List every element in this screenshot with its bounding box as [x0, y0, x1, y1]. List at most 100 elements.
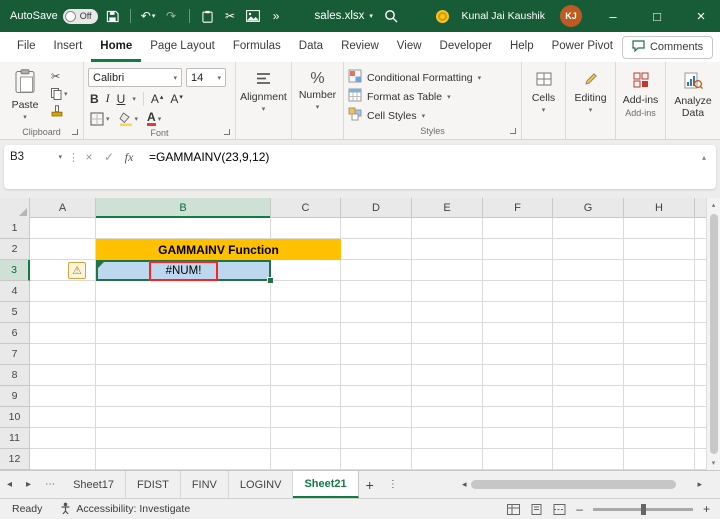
grid-column-f[interactable]	[483, 218, 553, 470]
paste-button[interactable]: Paste ▾	[4, 65, 46, 125]
tab-page-layout[interactable]: Page Layout	[141, 32, 224, 62]
vertical-scroll-thumb[interactable]	[710, 214, 718, 454]
grid-cells[interactable]: GAMMAINV Function #NUM! ⚠	[30, 218, 706, 470]
conditional-formatting-button[interactable]: Conditional Formatting ▾	[348, 69, 517, 86]
grid-column-a[interactable]	[30, 218, 96, 470]
tab-view[interactable]: View	[388, 32, 431, 62]
horizontal-scrollbar[interactable]: ◂ ▸	[458, 471, 720, 498]
alignment-button[interactable]: Alignment ▾	[240, 65, 287, 114]
zoom-slider-thumb[interactable]	[640, 503, 646, 515]
add-ins-button[interactable]: Add-ins	[620, 65, 661, 106]
column-header-e[interactable]: E	[412, 198, 483, 218]
select-all-corner[interactable]	[0, 198, 30, 218]
underline-button[interactable]: U	[117, 92, 126, 106]
font-color-button[interactable]: A ▾	[147, 111, 161, 126]
tab-file[interactable]: File	[8, 32, 45, 62]
font-dialog-launcher-icon[interactable]	[224, 129, 230, 135]
styles-dialog-launcher-icon[interactable]	[510, 128, 516, 134]
font-name-select[interactable]: Calibri ▾	[88, 68, 182, 87]
borders-button[interactable]: ▾	[90, 112, 110, 126]
sheet-nav-left-icon[interactable]: ◂	[0, 471, 19, 498]
comments-button[interactable]: Comments	[621, 35, 714, 59]
column-header-c[interactable]: C	[271, 198, 341, 218]
row-header-9[interactable]: 9	[0, 386, 30, 407]
clipboard-icon[interactable]	[199, 4, 216, 28]
error-options-icon[interactable]: ⚠	[68, 262, 86, 279]
avatar[interactable]: KJ	[560, 5, 582, 27]
grid-column-h[interactable]	[624, 218, 695, 470]
filename[interactable]: sales.xlsx ▾	[315, 10, 373, 22]
tab-review[interactable]: Review	[332, 32, 388, 62]
zoom-slider[interactable]	[592, 503, 693, 515]
cut-icon[interactable]: ✂	[222, 4, 239, 28]
close-button[interactable]: ×	[682, 0, 720, 32]
rewards-icon[interactable]	[435, 9, 449, 23]
cell-b3-selected[interactable]: #NUM!	[96, 260, 274, 284]
save-icon[interactable]	[104, 4, 121, 28]
grid-column-d[interactable]	[341, 218, 412, 470]
page-layout-view-icon[interactable]	[530, 503, 543, 515]
cell-b2-title[interactable]: GAMMAINV Function	[96, 239, 341, 260]
vertical-scrollbar[interactable]: ▴ ▾	[706, 198, 720, 470]
tab-formulas[interactable]: Formulas	[224, 32, 290, 62]
fill-handle[interactable]	[267, 277, 274, 284]
row-header-7[interactable]: 7	[0, 344, 30, 365]
editing-button[interactable]: Editing ▾	[570, 65, 611, 115]
tab-developer[interactable]: Developer	[431, 32, 501, 62]
autosave-toggle[interactable]: AutoSave Off	[10, 8, 98, 24]
scroll-left-icon[interactable]: ◂	[458, 479, 471, 490]
row-header-3[interactable]: 3	[0, 260, 30, 281]
new-sheet-button[interactable]: +	[359, 471, 381, 498]
underline-options-icon[interactable]: ▾	[132, 95, 136, 103]
italic-button[interactable]: I	[106, 91, 110, 106]
autosave-pill[interactable]: Off	[62, 8, 98, 24]
row-header-4[interactable]: 4	[0, 281, 30, 302]
horizontal-scroll-thumb[interactable]	[470, 480, 676, 489]
row-header-2[interactable]: 2	[0, 239, 30, 260]
row-header-12[interactable]: 12	[0, 449, 30, 470]
scroll-up-icon[interactable]: ▴	[707, 198, 720, 212]
row-header-8[interactable]: 8	[0, 365, 30, 386]
cut-button[interactable]: ✂	[51, 70, 68, 83]
row-header-6[interactable]: 6	[0, 323, 30, 344]
fill-color-button[interactable]: ▾	[118, 112, 138, 126]
minimize-button[interactable]: –	[594, 0, 632, 32]
undo-icon[interactable]: ↶ ▾	[140, 4, 157, 28]
sheet-options-icon[interactable]: ⋮	[381, 471, 405, 498]
column-header-b[interactable]: B	[96, 198, 271, 218]
tab-insert[interactable]: Insert	[45, 32, 92, 62]
cancel-icon[interactable]: ×	[79, 145, 99, 169]
column-header-d[interactable]: D	[341, 198, 412, 218]
column-header-g[interactable]: G	[553, 198, 624, 218]
format-as-table-button[interactable]: Format as Table ▾	[348, 88, 517, 105]
bold-button[interactable]: B	[90, 92, 99, 106]
redo-icon[interactable]: ↷	[163, 4, 180, 28]
scroll-down-icon[interactable]: ▾	[707, 456, 720, 470]
row-header-1[interactable]: 1	[0, 218, 30, 239]
font-size-select[interactable]: 14 ▾	[186, 68, 226, 87]
normal-view-icon[interactable]	[507, 503, 521, 515]
row-header-11[interactable]: 11	[0, 428, 30, 449]
row-header-10[interactable]: 10	[0, 407, 30, 428]
name-box[interactable]: B3 ▾	[4, 145, 68, 169]
tab-home[interactable]: Home	[91, 32, 142, 62]
sheet-more-icon[interactable]: ⋯	[38, 471, 62, 498]
format-painter-button[interactable]	[51, 104, 68, 117]
formula-input[interactable]: =GAMMAINV(23,9,12)	[139, 145, 692, 169]
column-header-a[interactable]: A	[30, 198, 96, 218]
insert-function-icon[interactable]: fx	[119, 145, 139, 169]
page-break-view-icon[interactable]	[553, 503, 566, 515]
name-box-resizer[interactable]: ⋮	[68, 145, 79, 169]
scroll-right-icon[interactable]: ▸	[693, 479, 706, 490]
user-name[interactable]: Kunal Jai Kaushik	[462, 10, 545, 22]
sheet-tab-sheet17[interactable]: Sheet17	[62, 471, 127, 498]
clipboard-dialog-launcher-icon[interactable]	[72, 129, 78, 135]
tab-data[interactable]: Data	[290, 32, 332, 62]
tab-power-pivot[interactable]: Power Pivot	[543, 32, 622, 62]
sheet-tab-fdist[interactable]: FDIST	[126, 471, 181, 498]
zoom-out-icon[interactable]: –	[576, 502, 583, 516]
accessibility-status[interactable]: Accessibility: Investigate	[60, 502, 190, 517]
enter-icon[interactable]: ✓	[99, 145, 119, 169]
zoom-in-icon[interactable]: +	[703, 502, 710, 516]
sheet-tab-finv[interactable]: FINV	[181, 471, 229, 498]
